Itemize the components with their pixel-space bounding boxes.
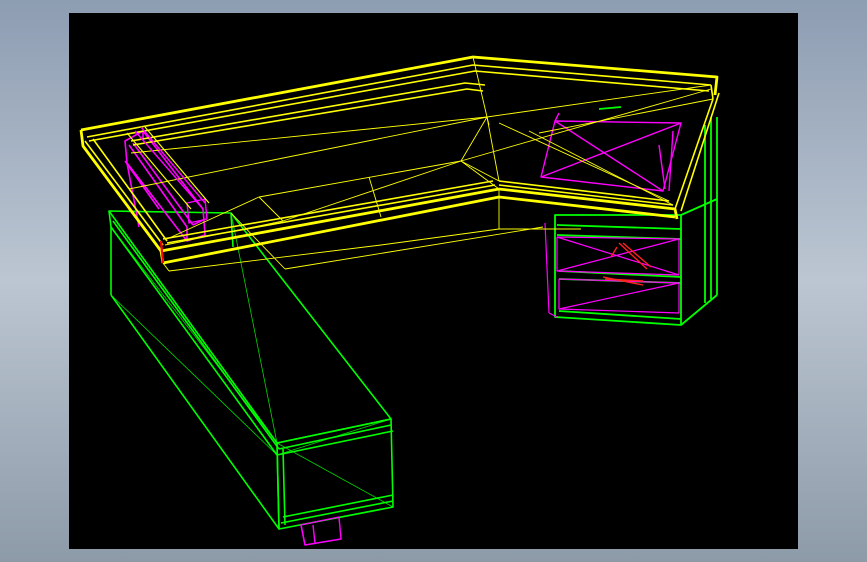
left-bracket (124, 130, 206, 242)
wireframe-model (79, 55, 720, 546)
bracket-top (134, 126, 208, 224)
tabletop-outer (79, 55, 719, 265)
pedestal-foot (300, 516, 342, 546)
tabletop-wire-diagonals (128, 56, 714, 272)
left-pedestal-diagonals (110, 212, 394, 508)
cad-viewport[interactable] (69, 13, 798, 549)
